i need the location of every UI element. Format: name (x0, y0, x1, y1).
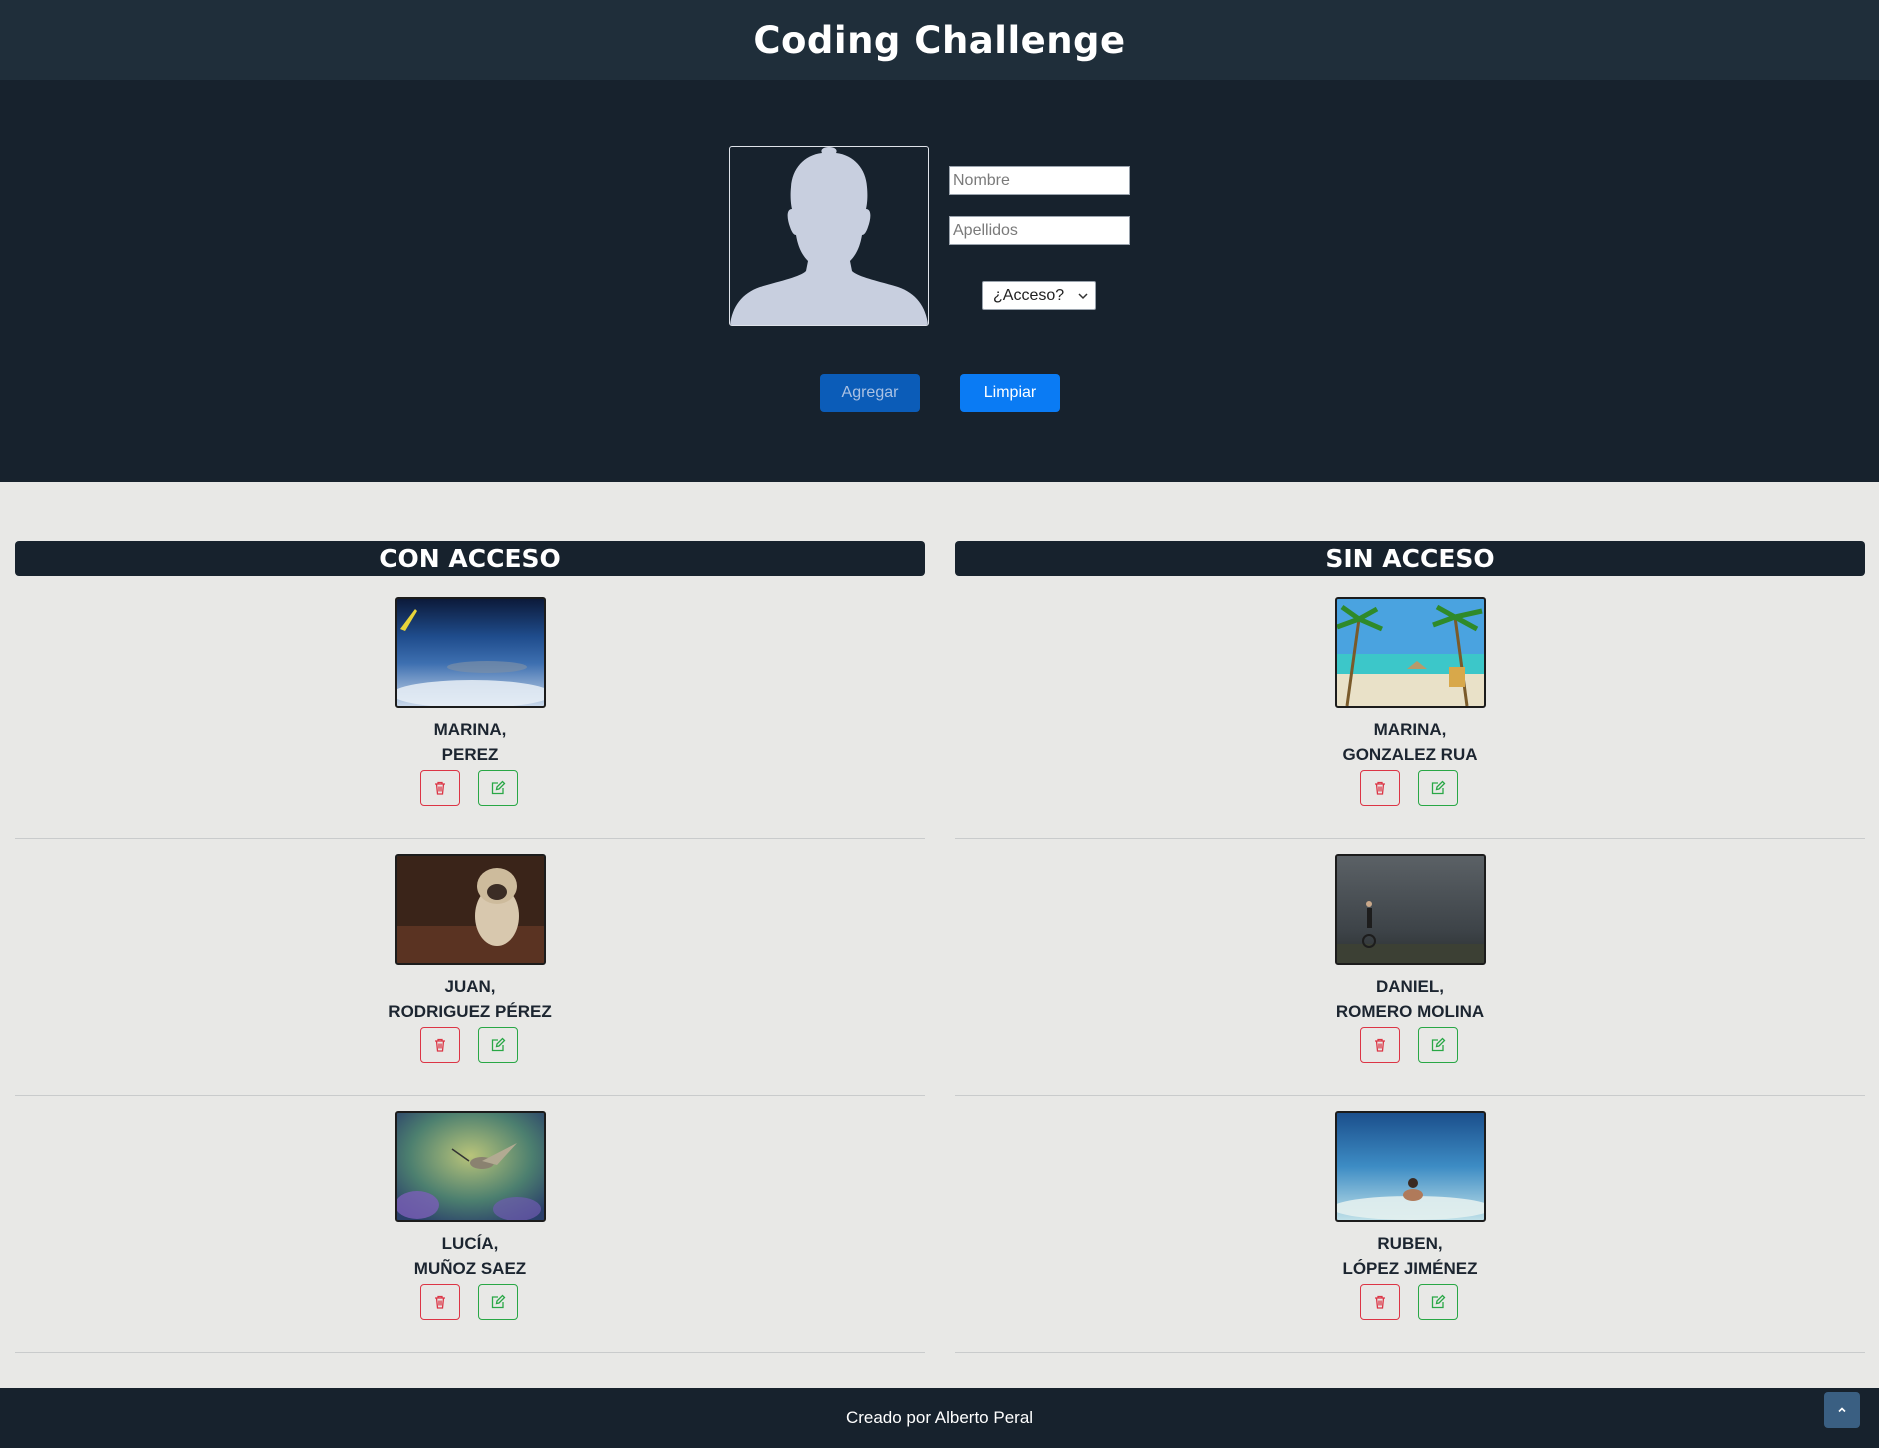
edit-icon (491, 1037, 506, 1052)
chevron-down-icon (1078, 292, 1088, 299)
person-first-name: JUAN, (444, 977, 496, 996)
delete-button[interactable] (1360, 1027, 1400, 1063)
person-surname: ROMERO MOLINA (1335, 1002, 1485, 1021)
con-acceso-column: CON ACCESO MARINA, PEREZ JUAN, RODRIGUEZ… (15, 541, 925, 1353)
edit-icon (491, 780, 506, 795)
page-footer: Creado por Alberto Peral (0, 1388, 1879, 1448)
edit-icon (491, 1294, 506, 1309)
delete-button[interactable] (1360, 1284, 1400, 1320)
person-surname: LÓPEZ JIMÉNEZ (1342, 1259, 1478, 1278)
scroll-to-top-button[interactable] (1824, 1392, 1860, 1428)
acceso-select[interactable]: ¿Acceso? (982, 281, 1096, 310)
chevron-up-icon (1838, 1407, 1846, 1413)
pug-dog-photo (395, 854, 546, 965)
person-first-name: DANIEL, (1376, 977, 1444, 996)
agregar-button[interactable]: Agregar (820, 374, 920, 412)
edit-icon (1431, 780, 1446, 795)
trash-icon (435, 781, 445, 795)
person-surname: MUÑOZ SAEZ (413, 1259, 527, 1278)
acceso-select-value: ¿Acceso? (993, 286, 1065, 304)
edit-icon (1431, 1037, 1446, 1052)
person-surname: RODRIGUEZ PÉREZ (388, 1002, 552, 1021)
earth-from-plane-photo (395, 597, 546, 708)
person-card: LUCÍA, MUÑOZ SAEZ (15, 1096, 925, 1353)
apellidos-input[interactable] (949, 216, 1130, 245)
delete-button[interactable] (420, 770, 460, 806)
edit-button[interactable] (1418, 770, 1458, 806)
person-card: MARINA, GONZALEZ RUA (955, 582, 1865, 839)
trash-icon (1375, 1295, 1385, 1309)
delete-button[interactable] (1360, 770, 1400, 806)
sin-acceso-header: SIN ACCESO (955, 541, 1865, 576)
page-title: Coding Challenge (753, 18, 1126, 62)
footer-credit: Creado por Alberto Peral (845, 1408, 1034, 1427)
person-card: DANIEL, ROMERO MOLINA (955, 839, 1865, 1096)
trash-icon (1375, 1038, 1385, 1052)
edit-button[interactable] (478, 1284, 518, 1320)
edit-button[interactable] (478, 770, 518, 806)
hummingbird-photo (395, 1111, 546, 1222)
delete-button[interactable] (420, 1027, 460, 1063)
sin-acceso-column: SIN ACCESO MARINA, GONZALEZ RUA DANIEL, … (955, 541, 1865, 1353)
unicycle-storm-photo (1335, 854, 1486, 965)
trash-icon (435, 1295, 445, 1309)
tropical-beach-photo (1335, 597, 1486, 708)
person-first-name: RUBEN, (1377, 1234, 1443, 1253)
person-surname: PEREZ (441, 745, 499, 764)
trash-icon (435, 1038, 445, 1052)
user-silhouette-icon (730, 147, 928, 325)
edit-button[interactable] (478, 1027, 518, 1063)
con-acceso-header: CON ACCESO (15, 541, 925, 576)
person-surname: GONZALEZ RUA (1342, 745, 1478, 764)
person-card: JUAN, RODRIGUEZ PÉREZ (15, 839, 925, 1096)
sea-swimmer-photo (1335, 1111, 1486, 1222)
app-header: Coding Challenge (0, 0, 1879, 80)
person-first-name: MARINA, (1373, 720, 1447, 739)
nombre-input[interactable] (949, 166, 1130, 195)
limpiar-button[interactable]: Limpiar (960, 374, 1060, 412)
edit-icon (1431, 1294, 1446, 1309)
avatar-picker[interactable] (729, 146, 929, 326)
edit-button[interactable] (1418, 1284, 1458, 1320)
add-person-form: ¿Acceso? Agregar Limpiar (0, 80, 1879, 482)
person-first-name: LUCÍA, (441, 1234, 499, 1253)
delete-button[interactable] (420, 1284, 460, 1320)
edit-button[interactable] (1418, 1027, 1458, 1063)
trash-icon (1375, 781, 1385, 795)
person-card: RUBEN, LÓPEZ JIMÉNEZ (955, 1096, 1865, 1353)
person-first-name: MARINA, (433, 720, 507, 739)
person-card: MARINA, PEREZ (15, 582, 925, 839)
